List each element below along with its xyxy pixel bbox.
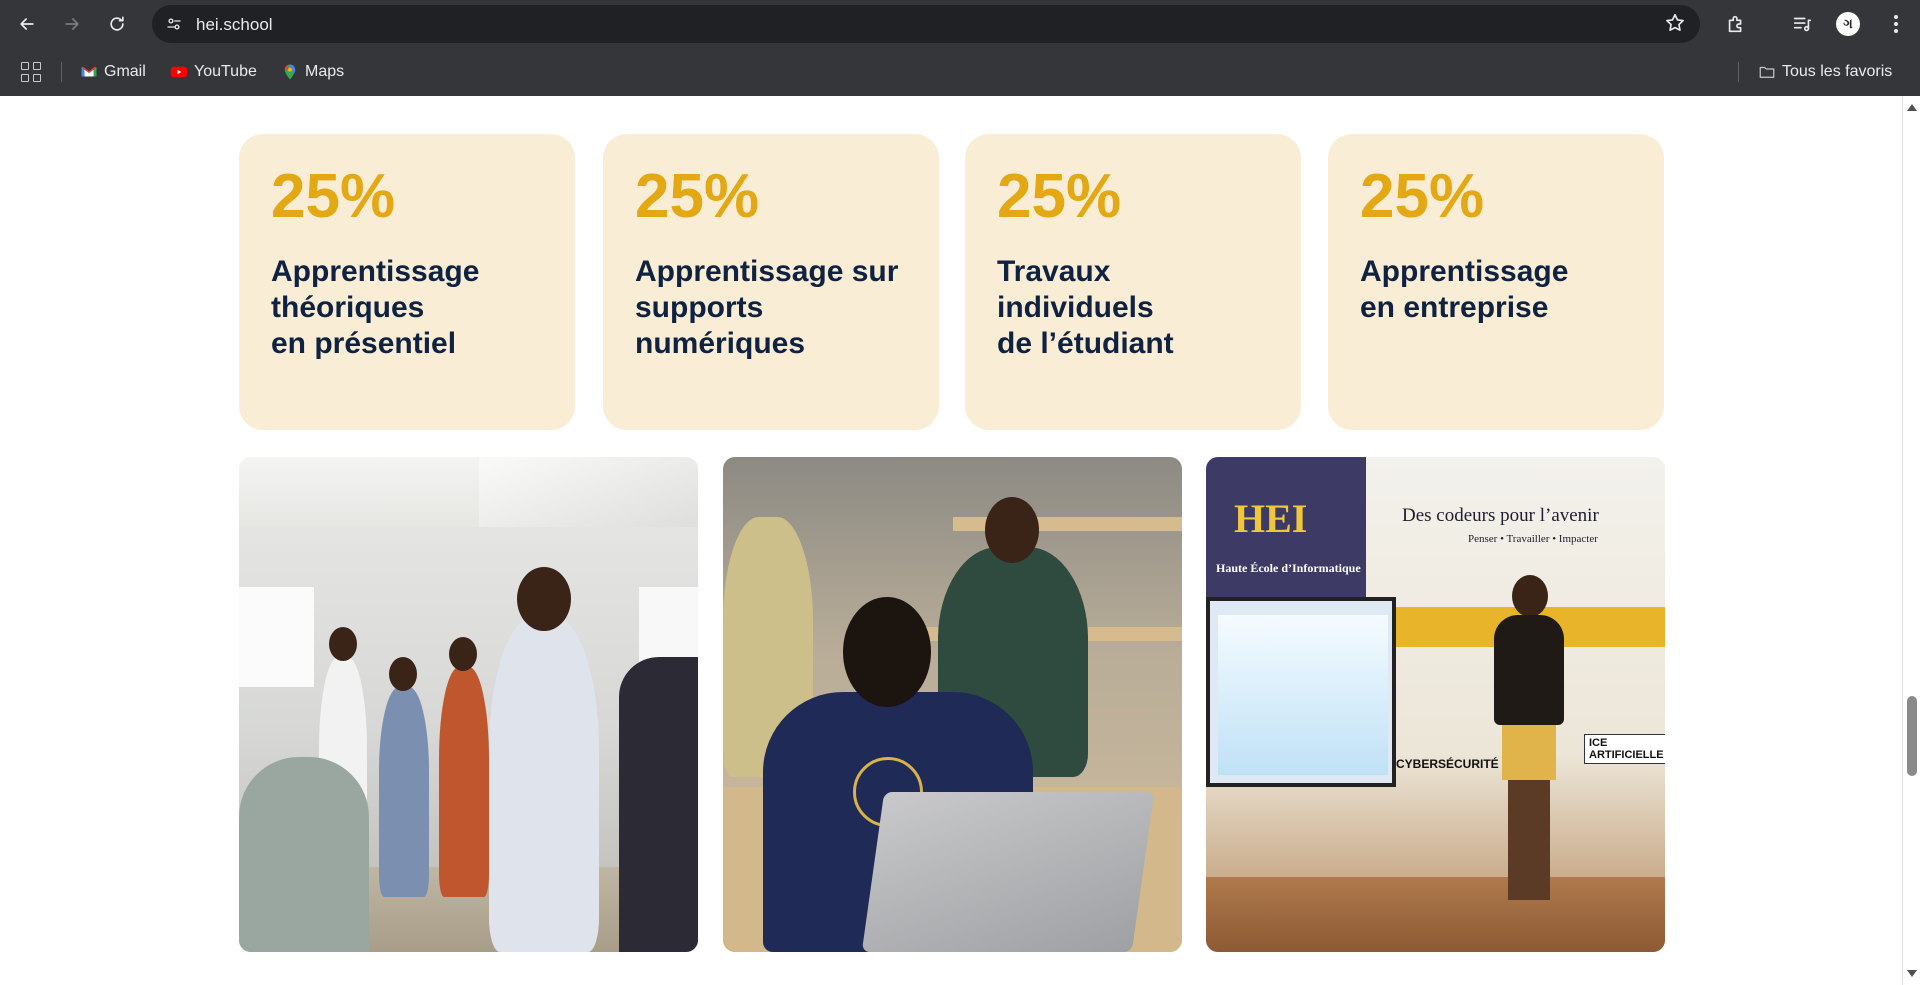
- ceiling-beam: [479, 457, 698, 527]
- stat-label: Apprentissage théoriques en présentiel: [271, 255, 480, 360]
- stat-card: 25% Apprentissage en entreprise: [1328, 134, 1664, 430]
- browser-menu-button[interactable]: [1880, 8, 1912, 40]
- banner-tagline-sub: Penser • Travailler • Impacter: [1468, 533, 1598, 545]
- speaker-head: [1512, 575, 1548, 617]
- browser-chrome: hei.school ગ Gmail YouTube Maps Tous les…: [0, 0, 1920, 96]
- presentation-screen: [1206, 597, 1396, 787]
- bookmark-label: Maps: [305, 63, 345, 80]
- student-head: [329, 627, 357, 661]
- gmail-icon: [80, 63, 98, 81]
- stat-percent: 25%: [997, 162, 1122, 231]
- extensions-button[interactable]: [1720, 8, 1752, 40]
- student-head: [449, 637, 477, 671]
- page-viewport: 25% Apprentissage théoriques en présenti…: [0, 96, 1902, 985]
- speaker-shorts: [1502, 725, 1556, 780]
- speaker-jacket: [1494, 615, 1564, 725]
- folder-icon: [1758, 63, 1776, 81]
- stat-percent: 25%: [271, 162, 396, 231]
- stat-card: 25% Apprentissage théoriques en présenti…: [239, 134, 575, 430]
- all-bookmarks-label: Tous les favoris: [1782, 63, 1893, 80]
- stat-percent: 25%: [635, 162, 760, 231]
- bookmark-gmail[interactable]: Gmail: [80, 60, 146, 84]
- floor: [1206, 877, 1665, 952]
- lecturer-head: [517, 567, 571, 631]
- student-head: [389, 657, 417, 691]
- tune-icon: [167, 18, 181, 30]
- forward-button[interactable]: [56, 8, 88, 40]
- reload-button[interactable]: [101, 8, 133, 40]
- address-bar[interactable]: hei.school: [152, 5, 1700, 43]
- laptop: [861, 792, 1155, 952]
- maps-icon: [281, 63, 299, 81]
- speaker-legs: [1508, 780, 1550, 900]
- apps-grid-icon[interactable]: [20, 61, 42, 83]
- url-text[interactable]: hei.school: [196, 15, 273, 35]
- dot: [1894, 15, 1898, 19]
- media-controls-button[interactable]: [1786, 8, 1818, 40]
- bookmarks-bar: Gmail YouTube Maps Tous les favoris: [0, 48, 1920, 96]
- banner-topic-ai: ICE ARTIFICIELLE: [1584, 734, 1665, 764]
- photo-classroom-discussion: [239, 457, 698, 952]
- foreground-figure: [239, 757, 369, 952]
- stat-card: 25% Travaux individuels de l’étudiant: [965, 134, 1301, 430]
- bookmark-label: YouTube: [194, 63, 257, 80]
- site-info-button[interactable]: [160, 10, 188, 38]
- screen-content: [1218, 615, 1388, 775]
- window: [239, 587, 314, 687]
- page-scrollbar[interactable]: [1902, 96, 1920, 985]
- photo-hei-presentation: HEI Haute École d’Informatique Des codeu…: [1206, 457, 1665, 952]
- banner-brand-subtitle: Haute École d’Informatique: [1216, 561, 1361, 575]
- bookmark-star-button[interactable]: [1664, 12, 1688, 36]
- student-figure: [439, 667, 489, 897]
- stat-label: Apprentissage en entreprise: [1360, 255, 1569, 324]
- scroll-up-arrow-icon[interactable]: [1907, 104, 1917, 111]
- bookmark-youtube[interactable]: YouTube: [170, 60, 257, 84]
- scroll-down-arrow-icon[interactable]: [1907, 970, 1917, 977]
- profile-avatar[interactable]: ગ: [1836, 12, 1860, 36]
- stat-label: Apprentissage sur supports numériques: [635, 255, 899, 360]
- student-head: [843, 597, 931, 707]
- speaker-figure: [1486, 575, 1566, 905]
- back-button[interactable]: [11, 8, 43, 40]
- photo-students-laptops: [723, 457, 1182, 952]
- browser-toolbar: hei.school ગ: [0, 0, 1920, 48]
- stat-percent: 25%: [1360, 162, 1485, 231]
- bookmarks-separator: [1738, 62, 1739, 82]
- puzzle-icon: [1728, 15, 1742, 33]
- scroll-thumb[interactable]: [1907, 696, 1917, 776]
- bookmark-maps[interactable]: Maps: [281, 60, 344, 84]
- banner-brand: HEI: [1234, 496, 1308, 541]
- stat-card: 25% Apprentissage sur supports numérique…: [603, 134, 939, 430]
- arrow-left-icon: [20, 18, 34, 30]
- arrow-right-icon: [65, 18, 79, 30]
- stat-label: Travaux individuels de l’étudiant: [997, 255, 1174, 360]
- bookmark-label: Gmail: [104, 63, 146, 80]
- student-head: [985, 497, 1039, 563]
- student-figure: [379, 687, 429, 897]
- banner-tagline: Des codeurs pour l’avenir: [1402, 505, 1599, 526]
- dot: [1894, 22, 1898, 26]
- banner-topic-security: CYBERSÉCURITÉ: [1396, 757, 1499, 771]
- dot: [1894, 29, 1898, 33]
- reload-icon: [110, 16, 124, 31]
- bookmarks-separator: [61, 62, 62, 82]
- window: [639, 587, 698, 667]
- lecturer-figure: [489, 617, 599, 952]
- youtube-icon: [170, 63, 188, 81]
- star-icon: [1666, 13, 1684, 31]
- all-bookmarks-folder[interactable]: Tous les favoris: [1758, 60, 1892, 84]
- foreground-figure: [619, 657, 698, 952]
- playlist-icon: [1793, 17, 1812, 32]
